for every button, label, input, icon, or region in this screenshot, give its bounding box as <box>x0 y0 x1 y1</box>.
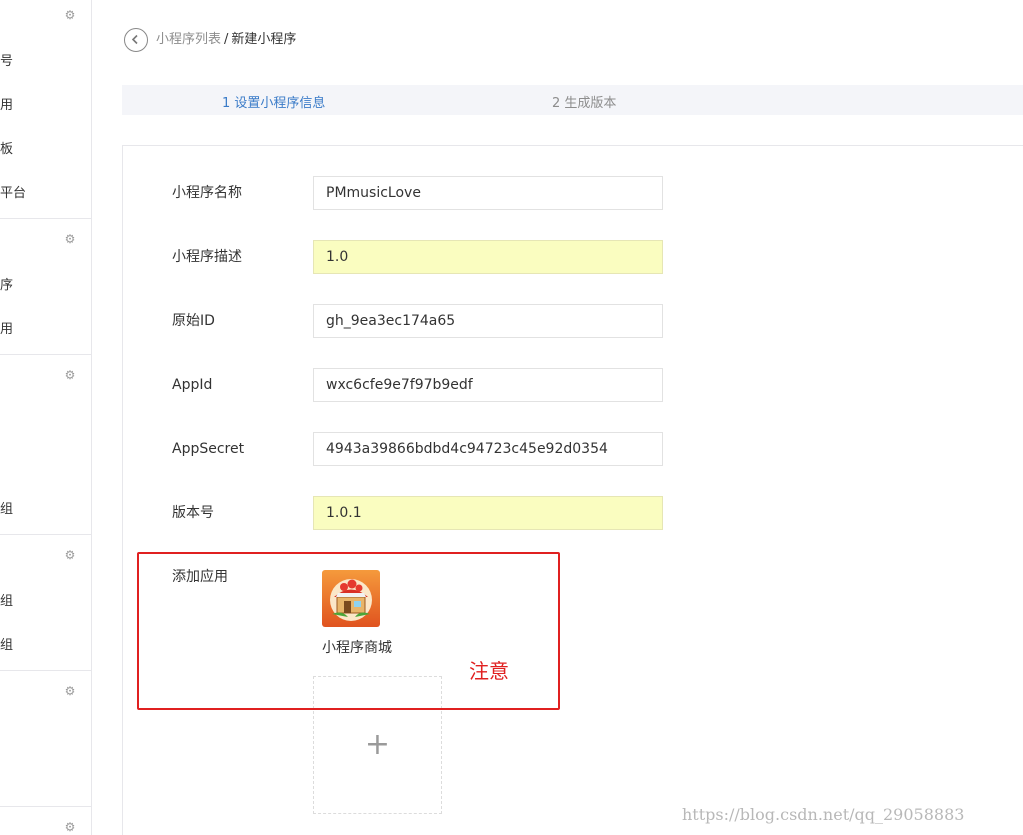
original-id-input[interactable] <box>313 304 663 338</box>
watermark: https://blog.csdn.net/qq_29058883 <box>682 805 965 824</box>
appsecret-label: AppSecret <box>172 441 245 457</box>
gear-icon[interactable]: ⚙ <box>64 369 76 381</box>
sidebar-divider <box>0 354 91 355</box>
gear-icon[interactable]: ⚙ <box>64 821 76 833</box>
sidebar-divider <box>0 670 91 671</box>
step-1-active: 1 设置小程序信息 <box>222 96 326 111</box>
gear-icon[interactable]: ⚙ <box>64 549 76 561</box>
sidebar-item[interactable]: 组 <box>0 638 13 654</box>
name-label: 小程序名称 <box>172 185 242 201</box>
sidebar: ⚙ 号 用 板 平台 ⚙ 序 用 ⚙ 组 ⚙ 组 组 ⚙ ⚙ <box>0 0 92 835</box>
sidebar-divider <box>0 218 91 219</box>
annotation-frame <box>137 552 560 710</box>
step-2: 2 生成版本 <box>552 96 617 111</box>
sidebar-item[interactable]: 用 <box>0 98 13 114</box>
gear-icon[interactable]: ⚙ <box>64 685 76 697</box>
sidebar-item[interactable]: 平台 <box>0 186 26 202</box>
sidebar-item[interactable]: 板 <box>0 142 13 158</box>
sidebar-divider <box>0 806 91 807</box>
description-label: 小程序描述 <box>172 249 242 265</box>
gear-icon[interactable]: ⚙ <box>64 233 76 245</box>
sidebar-item[interactable]: 号 <box>0 54 13 70</box>
version-label: 版本号 <box>172 505 214 521</box>
appsecret-input[interactable] <box>313 432 663 466</box>
description-input[interactable] <box>313 240 663 274</box>
annotation-text: 注意 <box>469 659 509 683</box>
breadcrumb-parent-link[interactable]: 小程序列表 <box>156 32 221 47</box>
appid-input[interactable] <box>313 368 663 402</box>
sidebar-item[interactable]: 组 <box>0 594 13 610</box>
breadcrumb-separator: / <box>224 32 229 47</box>
breadcrumb: 小程序列表 / 新建小程序 <box>156 31 296 49</box>
name-input[interactable] <box>313 176 663 210</box>
sidebar-item[interactable]: 用 <box>0 322 13 338</box>
chevron-left-icon <box>131 34 138 45</box>
plus-icon: + <box>364 727 391 762</box>
back-button[interactable] <box>124 28 148 52</box>
sidebar-divider <box>0 534 91 535</box>
breadcrumb-current: 新建小程序 <box>231 32 297 47</box>
version-input[interactable] <box>313 496 663 530</box>
gear-icon[interactable]: ⚙ <box>64 9 76 21</box>
sidebar-item[interactable]: 序 <box>0 278 13 294</box>
appid-label: AppId <box>172 377 213 393</box>
steps-bar: 1 设置小程序信息 2 生成版本 <box>122 85 1023 115</box>
sidebar-item[interactable]: 组 <box>0 502 13 518</box>
original-id-label: 原始ID <box>172 313 215 329</box>
